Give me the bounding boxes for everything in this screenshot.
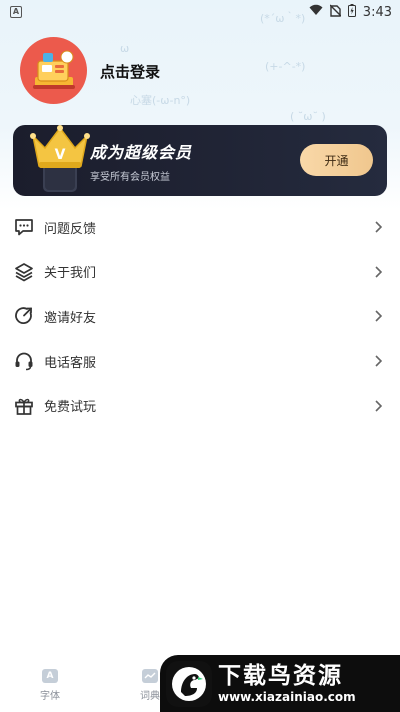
chevron-right-icon [374, 265, 384, 279]
vip-banner[interactable]: V 成为超级会员 享受所有会员权益 开通 [13, 125, 387, 196]
status-bar: A 3:43 [0, 0, 400, 24]
menu-item-free-trial[interactable]: 免费试玩 [0, 383, 400, 428]
tab-label: 词典 [140, 691, 160, 702]
chevron-right-icon [374, 399, 384, 413]
battery-icon [347, 3, 356, 21]
menu-item-label: 电话客服 [44, 355, 97, 371]
menu-item-invite[interactable]: 邀请好友 [0, 294, 400, 339]
wifi-icon [309, 4, 323, 20]
doodle-text: ω [120, 42, 130, 55]
bird-logo-icon [166, 660, 212, 707]
tab-label: 字体 [40, 691, 60, 702]
open-vip-button[interactable]: 开通 [300, 144, 373, 176]
settings-menu: 问题反馈 关于我们 邀请好友 电话客服 免费试玩 [0, 205, 400, 428]
menu-item-feedback[interactable]: 问题反馈 [0, 205, 400, 250]
watermark-title: 下载鸟资源 [218, 662, 343, 689]
vip-title: 成为超级会员 [90, 143, 193, 162]
menu-item-phone-support[interactable]: 电话客服 [0, 339, 400, 384]
layers-icon [14, 262, 34, 282]
font-icon: A [42, 669, 58, 683]
crown-icon: V [30, 125, 90, 192]
menu-item-label: 问题反馈 [44, 221, 97, 237]
menu-item-label: 免费试玩 [44, 400, 97, 416]
menu-item-about[interactable]: 关于我们 [0, 250, 400, 295]
doodle-text: ( ˘ω˘ ) [290, 110, 326, 123]
avatar-illustration-icon [32, 50, 75, 89]
watermark: 下载鸟资源 www.xiazainiao.com [160, 655, 400, 712]
menu-item-label: 邀请好友 [44, 310, 97, 326]
chevron-right-icon [374, 354, 384, 368]
no-sim-icon [329, 4, 342, 21]
app-indicator-icon: A [10, 6, 22, 18]
chevron-right-icon [374, 309, 384, 323]
screen: (*´ω｀*) ω (+-^-*) 心塞(-ω-n°) ( ˘ω˘ ) A 3:… [0, 0, 400, 712]
status-time: 3:43 [362, 4, 392, 20]
headset-icon [14, 351, 34, 371]
login-prompt[interactable]: 点击登录 [100, 61, 160, 82]
watermark-url: www.xiazainiao.com [218, 689, 356, 704]
tab-font[interactable]: A 字体 [0, 660, 100, 712]
chevron-right-icon [374, 220, 384, 234]
gift-icon [14, 396, 34, 416]
doodle-text: (+-^-*) [265, 60, 306, 73]
crown-letter: V [55, 147, 66, 163]
dictionary-icon [142, 669, 158, 683]
share-icon [14, 306, 34, 326]
avatar[interactable] [20, 37, 87, 104]
feedback-icon [14, 217, 34, 237]
doodle-text: 心塞(-ω-n°) [130, 94, 191, 107]
vip-subtitle: 享受所有会员权益 [90, 172, 170, 183]
menu-item-label: 关于我们 [44, 266, 97, 282]
